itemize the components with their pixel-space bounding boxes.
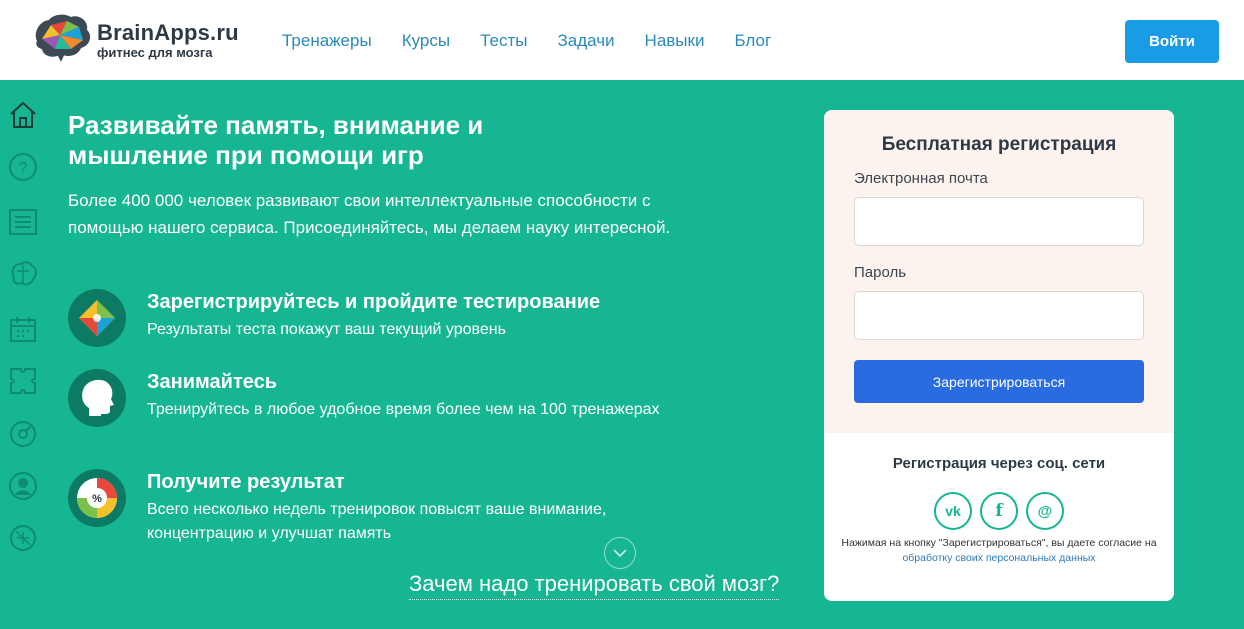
why-train-link[interactable]: Зачем надо тренировать свой мозг? [409,569,780,600]
calendar-icon[interactable] [7,313,39,345]
password-field[interactable] [854,291,1144,340]
logo[interactable]: BrainApps.ru фитнес для мозга [31,13,246,65]
consent-sentence: Нажимая на кнопку "Зарегистрироваться", … [841,537,1157,549]
site-header: BrainApps.ru фитнес для мозга Тренажеры … [0,0,1244,80]
social-registration-title: Регистрация через соц. сети [892,455,1106,472]
feature-text: Результаты теста покажут ваш текущий уро… [147,321,506,338]
feature-register: Зарегистрируйтесь и пройдите тестировани… [68,289,708,359]
question-icon[interactable]: ? [7,151,39,183]
brain-icon[interactable] [7,258,39,290]
hero-title-line-1: Развивайте память, внимание и [68,110,484,140]
hero-title-line-2: мышление при помощи игр [68,140,424,170]
nav-tests[interactable]: Тесты [480,31,527,51]
logo-title: BrainApps.ru [97,20,239,45]
feature-title: Зарегистрируйтесь и пройдите тестировани… [147,291,601,313]
side-nav: ? [0,80,46,629]
nav-courses[interactable]: Курсы [402,31,450,51]
hero-title: Развивайте память, внимание и мышление п… [68,110,628,170]
vk-glyph: vk [945,503,961,519]
svg-text:%: % [92,493,102,505]
settings-icon[interactable] [7,522,39,554]
profile-icon[interactable] [7,470,39,502]
facebook-glyph: f [995,501,1003,521]
percent-chart-icon: % [68,469,126,527]
nav-blog[interactable]: Блог [734,31,771,51]
nav-skills[interactable]: Навыки [645,31,705,51]
logo-subtitle: фитнес для мозга [97,45,213,60]
email-glyph: @ [1037,502,1053,520]
register-button[interactable]: Зарегистрироваться [854,360,1144,403]
registration-card: Бесплатная регистрация Электронная почта… [824,110,1174,601]
chevron-down-icon[interactable] [604,537,636,569]
nav-tasks[interactable]: Задачи [557,31,614,51]
personal-data-link[interactable]: обработку своих персональных данных [902,552,1095,564]
facebook-icon[interactable]: f [980,492,1018,530]
vk-icon[interactable]: vk [934,492,972,530]
email-label: Электронная почта [854,170,988,187]
feature-result: % Получите результат Всего несколько нед… [68,469,708,542]
hero-description: Более 400 000 человек развивают свои инт… [68,191,671,237]
svg-text:?: ? [19,160,28,177]
compass-icon[interactable] [7,418,39,450]
email-field[interactable] [854,197,1144,246]
main-nav: Тренажеры Курсы Тесты Задачи Навыки Блог [282,31,801,51]
login-button[interactable]: Войти [1125,20,1219,63]
puzzle-icon[interactable] [7,365,39,397]
head-icon [68,369,126,427]
puzzle-icon [68,289,126,347]
brain-logo-icon [35,14,91,62]
consent-text: Нажимая на кнопку "Зарегистрироваться", … [824,536,1174,566]
nav-trainers[interactable]: Тренажеры [282,31,372,51]
email-icon[interactable]: @ [1026,492,1064,530]
registration-title: Бесплатная регистрация [881,134,1117,155]
feature-text: Тренируйтесь в любое удобное время более… [147,401,660,418]
password-label: Пароль [854,264,907,281]
feature-title: Занимайтесь [147,371,278,393]
social-buttons: vk f @ [934,492,1064,530]
home-icon[interactable] [7,99,39,131]
feature-title: Получите результат [147,471,345,493]
list-icon[interactable] [7,206,39,238]
feature-practice: Занимайтесь Тренируйтесь в любое удобное… [68,369,708,439]
